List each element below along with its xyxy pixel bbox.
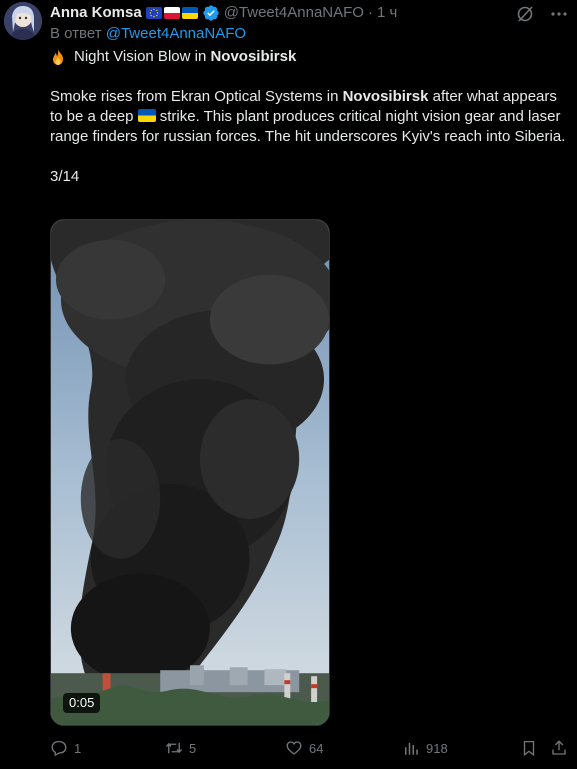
video-player[interactable]: 0:05: [50, 219, 330, 726]
author-name[interactable]: Anna Komsa: [50, 3, 142, 23]
tweet-title-line: Night Vision Blow in Novosibirsk: [50, 47, 570, 67]
reply-handle-link[interactable]: @Tweet4AnnaNAFO: [106, 25, 246, 42]
retweet-icon: [165, 742, 183, 754]
bookmark-icon: [523, 740, 535, 757]
tweet-text: Night Vision Blow in Novosibirsk Smoke r…: [50, 47, 570, 187]
tweet-title-bold: Novosibirsk: [210, 48, 297, 65]
reply-button[interactable]: 1: [50, 737, 81, 759]
more-icon[interactable]: [549, 4, 569, 24]
fire-icon: [50, 48, 66, 66]
like-count: 64: [309, 740, 324, 756]
ukraine-flag-icon: [181, 7, 198, 19]
tweet-body-part1: Smoke rises from Ekran Optical Systems i…: [50, 88, 343, 105]
tweet-title-prefix: Night Vision Blow in: [74, 48, 211, 65]
share-icon: [552, 740, 566, 755]
tweet[interactable]: Anna Komsa @Tweet4AnnaNAFO · 1 ч В ответ…: [0, 0, 577, 769]
view-count: 918: [426, 740, 448, 756]
tweet-body: Smoke rises from Ekran Optical Systems i…: [50, 87, 570, 147]
thread-counter: 3/14: [50, 168, 80, 185]
video-duration: 0:05: [63, 693, 101, 713]
tweet-body-bold: Novosibirsk: [342, 88, 429, 105]
post-time[interactable]: 1 ч: [377, 3, 397, 23]
author-handle[interactable]: @Tweet4AnnaNAFO: [224, 3, 364, 23]
reply-prefix: В ответ: [50, 25, 106, 42]
separator-dot: ·: [367, 4, 373, 21]
bookmark-button[interactable]: [520, 737, 544, 759]
reply-count: 1: [74, 740, 82, 756]
ukraine-flag-icon: [137, 109, 156, 122]
eu-flag-icon: [145, 7, 162, 19]
reply-icon: [51, 740, 67, 757]
avatar-image: [4, 2, 42, 40]
top-right-actions: [515, 4, 569, 24]
tweet-header: Anna Komsa @Tweet4AnnaNAFO · 1 ч: [50, 3, 397, 23]
retweet-button[interactable]: 5: [165, 737, 196, 759]
share-button[interactable]: [550, 737, 574, 759]
tweet-actions: 1 5 64 918: [50, 737, 570, 759]
views-button[interactable]: 918: [402, 737, 448, 759]
verified-badge-icon: [202, 4, 220, 22]
like-button[interactable]: 64: [285, 737, 323, 759]
reply-context: В ответ @Tweet4AnnaNAFO: [50, 24, 246, 44]
poland-flag-icon: [163, 7, 180, 19]
grok-icon[interactable]: [515, 4, 535, 24]
avatar[interactable]: [4, 2, 42, 40]
video-thumbnail: [51, 220, 329, 725]
retweet-count: 5: [189, 740, 197, 756]
like-icon: [286, 741, 302, 755]
views-icon: [405, 742, 418, 755]
